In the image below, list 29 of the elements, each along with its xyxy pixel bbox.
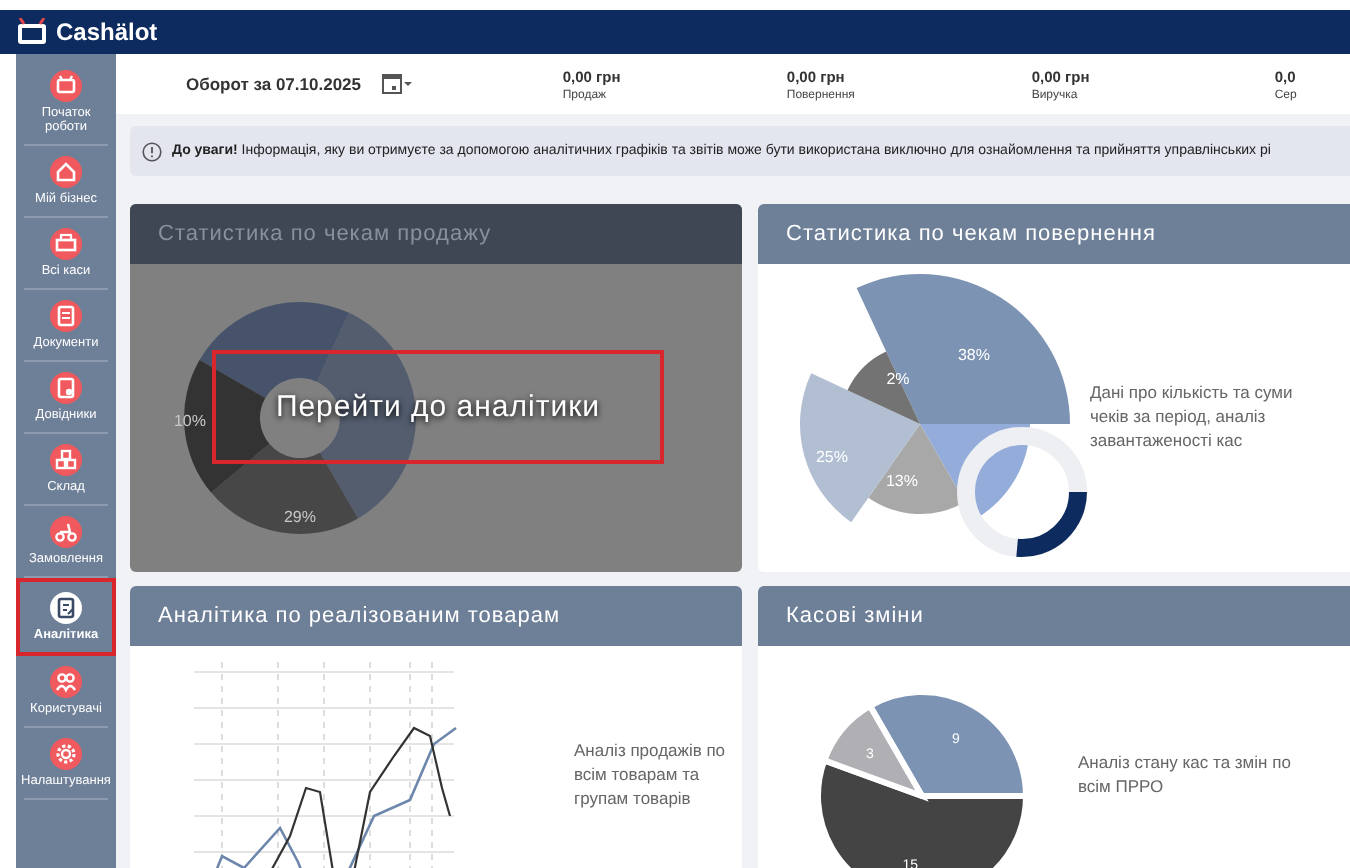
data-label: 10%: [174, 412, 206, 430]
home-icon: [50, 156, 82, 189]
card-title: Статистика по чекам продажу: [130, 204, 742, 264]
data-label: 25%: [816, 448, 848, 466]
scooter-icon: [50, 516, 82, 549]
data-label: 13%: [886, 472, 918, 490]
boxes-icon: [50, 444, 82, 477]
data-label: 38%: [958, 346, 990, 364]
app-logo: Cashälot: [56, 18, 158, 46]
progress-ring: [957, 427, 1087, 557]
card-title: Аналітика по реалізованим товарам: [130, 586, 742, 646]
card-title: Касові зміни: [758, 586, 1350, 646]
data-label: 29%: [284, 508, 316, 526]
document-icon: [50, 592, 82, 625]
data-label: 2%: [886, 370, 910, 388]
card-description: Аналіз продажів по всім товарам та групам товарів: [574, 740, 728, 812]
register-icon: [50, 228, 82, 261]
document-icon: [50, 300, 82, 333]
card-description: Аналіз стану кас та змін по всім ПРРО: [1078, 752, 1293, 800]
card-description: Дані про кількість та суми чеків за період, аналіз завантаженості кас: [1090, 382, 1295, 454]
settings-icon: [50, 738, 82, 771]
analytics-button[interactable]: Перейти до аналітики: [212, 350, 664, 464]
card-title: Статистика по чекам повернення: [758, 204, 1350, 264]
document-icon: [50, 372, 82, 405]
users-icon: [50, 666, 82, 699]
calendar-icon[interactable]: [381, 74, 413, 94]
logo-icon: [16, 18, 48, 46]
turnover-label: Оборот за 07.10.2025: [186, 74, 361, 94]
info-icon: [142, 141, 162, 161]
